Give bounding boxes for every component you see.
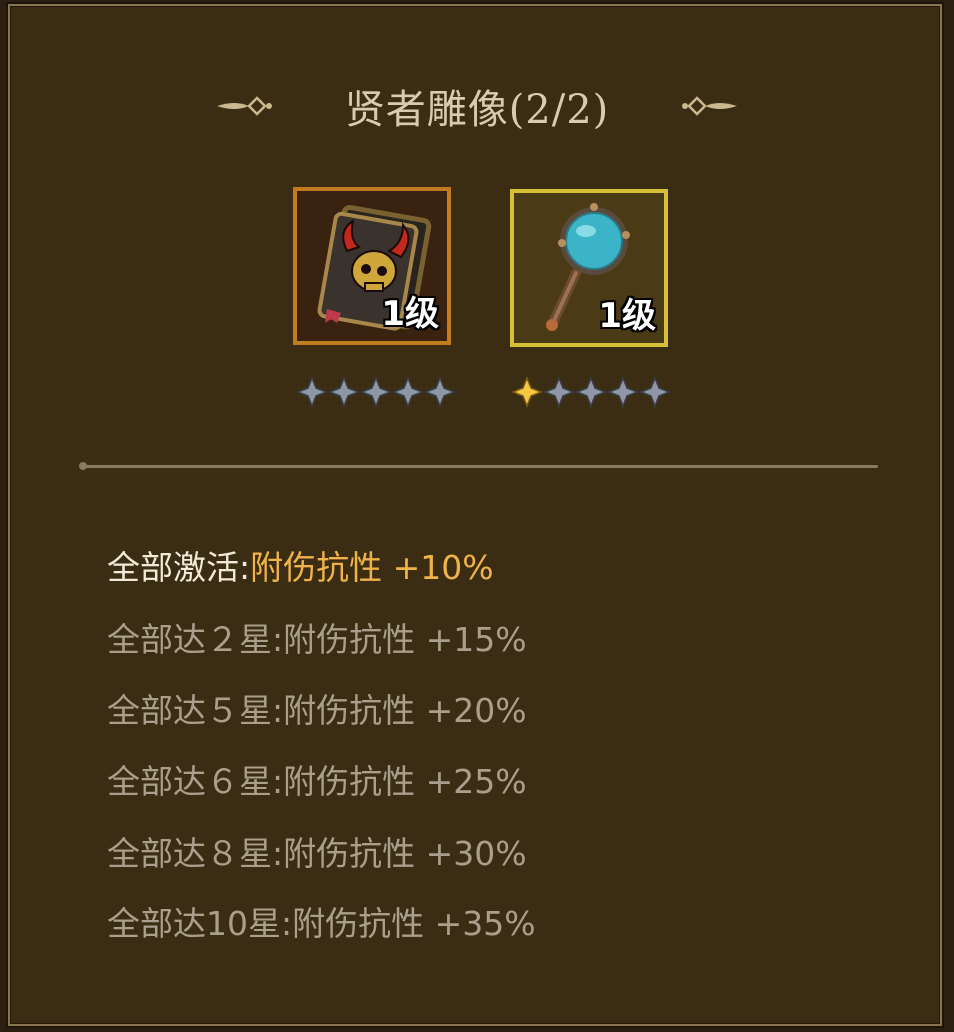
section-divider (79, 462, 878, 470)
bonus-label: 全部达８星: (107, 834, 284, 873)
bonus-label: 全部达５星: (107, 691, 284, 730)
item-level-label: 1级 (598, 296, 656, 336)
star-empty-icon (392, 376, 424, 408)
star-filled-icon (511, 376, 543, 408)
bonus-line-2-star: 全部达２星:附伤抗性 +15% (107, 613, 527, 661)
bonus-value: 附伤抗性 +25% (283, 762, 527, 801)
statue-set-panel: 贤者雕像(2/2) 1级 1级 全部激活:附伤抗性 +10% 全部达２星:附伤抗… (8, 4, 942, 1026)
bonus-line-all-active: 全部激活:附伤抗性 +10% (107, 541, 494, 589)
bonus-value: 附伤抗性 +15% (283, 620, 527, 659)
bonus-line-8-star: 全部达８星:附伤抗性 +30% (107, 827, 527, 875)
bonus-value: 附伤抗性 +10% (250, 548, 494, 587)
bonus-value: 附伤抗性 +30% (283, 834, 527, 873)
bonus-line-6-star: 全部达６星:附伤抗性 +25% (107, 755, 527, 803)
right-ornament-icon (682, 96, 738, 116)
bonus-value: 附伤抗性 +35% (292, 904, 536, 943)
title-row: 贤者雕像(2/2) (10, 76, 944, 136)
item-slot-mirror[interactable]: 1级 (510, 189, 668, 347)
item-level-label: 1级 (381, 294, 439, 334)
bonus-line-5-star: 全部达５星:附伤抗性 +20% (107, 684, 527, 732)
item-slot-book[interactable]: 1级 (293, 187, 451, 345)
star-empty-icon (360, 376, 392, 408)
star-empty-icon (607, 376, 639, 408)
bonus-label: 全部达２星: (107, 620, 284, 659)
dialog-title: 贤者雕像(2/2) (344, 87, 610, 133)
bonus-label: 全部激活: (107, 548, 251, 587)
star-empty-icon (296, 376, 328, 408)
left-ornament-icon (216, 96, 272, 116)
bonus-line-10-star: 全部达10星:附伤抗性 +35% (107, 897, 536, 945)
star-empty-icon (639, 376, 671, 408)
star-rating-mirror (511, 376, 671, 412)
bonus-label: 全部达６星: (107, 762, 284, 801)
bonus-value: 附伤抗性 +20% (283, 691, 527, 730)
star-empty-icon (424, 376, 456, 408)
star-empty-icon (328, 376, 360, 408)
star-empty-icon (543, 376, 575, 408)
star-empty-icon (575, 376, 607, 408)
bonus-label: 全部达10星: (107, 904, 293, 943)
star-rating-book (296, 376, 456, 412)
